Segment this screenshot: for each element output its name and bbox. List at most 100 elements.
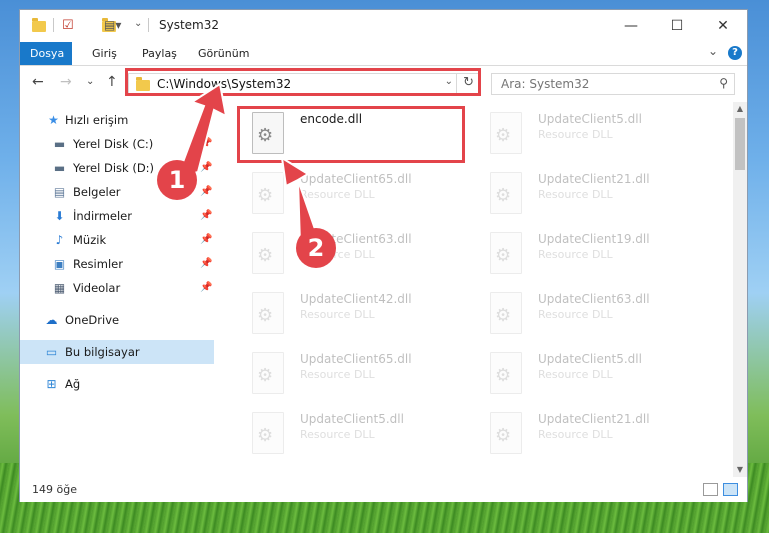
search-input[interactable] (492, 74, 707, 94)
back-button[interactable]: ← (32, 74, 44, 90)
sidebar-item-local-disk-c[interactable]: ▬ Yerel Disk (C:) 📌 (20, 132, 214, 156)
help-icon[interactable]: ? (728, 46, 742, 60)
file-name: UpdateClient21.dll (538, 412, 650, 426)
sidebar-item-network[interactable]: ⊞ Ağ (20, 372, 214, 396)
sidebar-item-this-pc[interactable]: ▭ Bu bilgisayar (20, 340, 214, 364)
tab-home[interactable]: Giriş (82, 42, 127, 65)
network-icon: ⊞ (46, 377, 57, 391)
customize-toolbar-icon[interactable]: ▤▾ (104, 18, 121, 34)
pin-icon[interactable]: 📌 (200, 204, 212, 228)
quick-access-dropdown-icon[interactable]: ⌄ (134, 18, 142, 34)
documents-icon: ▤ (53, 185, 66, 199)
pin-icon[interactable]: 📌 (200, 180, 212, 204)
file-item[interactable]: UpdateClient5.dll Resource DLL (240, 406, 470, 462)
close-button[interactable]: ✕ (700, 10, 746, 42)
dll-file-icon (252, 232, 284, 274)
file-type: Resource DLL (538, 368, 613, 381)
search-box[interactable]: ⚲ (491, 73, 735, 95)
music-icon: ♪ (55, 233, 64, 247)
sidebar-item-onedrive[interactable]: ☁ OneDrive (20, 308, 214, 332)
sidebar-item-pictures[interactable]: ▣ Resimler 📌 (20, 252, 214, 276)
properties-icon[interactable]: ☑ (62, 18, 74, 34)
step-2-callout: 2 (296, 228, 336, 268)
dll-file-icon (252, 292, 284, 334)
dll-file-icon (490, 232, 522, 274)
recent-locations-icon[interactable]: ⌄ (86, 76, 94, 87)
file-name: UpdateClient5.dll (538, 352, 642, 366)
window-title: System32 (159, 18, 220, 32)
sidebar-item-label: Bu bilgisayar (65, 345, 140, 359)
forward-button[interactable]: → (60, 74, 72, 90)
file-name: UpdateClient65.dll (300, 172, 412, 186)
sidebar-item-label: Hızlı erişim (65, 113, 129, 127)
file-item[interactable]: UpdateClient5.dll Resource DLL (478, 346, 708, 402)
sidebar-item-music[interactable]: ♪ Müzik 📌 (20, 228, 214, 252)
file-type: Resource DLL (300, 368, 375, 381)
file-name: UpdateClient5.dll (300, 412, 404, 426)
separator (148, 18, 149, 32)
vertical-scrollbar[interactable]: ▲ ▼ (733, 102, 747, 477)
tab-view[interactable]: Görünüm (188, 42, 259, 65)
dll-file-icon (490, 172, 522, 214)
title-bar[interactable]: ☑ ▤▾ ⌄ System32 — ☐ ✕ (20, 10, 747, 42)
file-item[interactable]: UpdateClient21.dll Resource DLL (478, 406, 708, 462)
drive-icon: ▬ (53, 137, 66, 151)
up-button[interactable]: ↑ (106, 74, 118, 90)
sidebar-item-downloads[interactable]: ⬇ İndirmeler 📌 (20, 204, 214, 228)
file-type: Resource DLL (538, 128, 613, 141)
file-item[interactable]: UpdateClient42.dll Resource DLL (240, 286, 470, 342)
dll-file-icon (490, 352, 522, 394)
file-type: Resource DLL (300, 308, 375, 321)
sidebar-item-label: İndirmeler (73, 209, 132, 223)
file-highlight (237, 106, 465, 163)
file-item[interactable]: UpdateClient65.dll Resource DLL (240, 166, 470, 222)
dll-file-icon (490, 412, 522, 454)
pin-icon[interactable]: 📌 (200, 252, 212, 276)
pin-icon[interactable]: 📌 (200, 156, 212, 180)
sidebar-item-label: Belgeler (73, 185, 121, 199)
file-item[interactable]: UpdateClient63.dll Resource DLL (240, 226, 470, 282)
dll-file-icon (490, 292, 522, 334)
dll-file-icon (252, 352, 284, 394)
file-item[interactable]: UpdateClient21.dll Resource DLL (478, 166, 708, 222)
file-item[interactable]: UpdateClient5.dll Resource DLL (478, 106, 708, 162)
scroll-down-icon[interactable]: ▼ (733, 463, 747, 477)
tab-file[interactable]: Dosya (20, 42, 72, 65)
sidebar-item-videos[interactable]: ▦ Videolar 📌 (20, 276, 214, 300)
status-bar: 149 öğe (20, 478, 747, 502)
file-item[interactable]: UpdateClient19.dll Resource DLL (478, 226, 708, 282)
computer-icon: ▭ (45, 345, 58, 359)
sidebar-item-quick-access[interactable]: ★ Hızlı erişim (20, 108, 214, 132)
tab-share[interactable]: Paylaş (132, 42, 187, 65)
sidebar-item-label: Ağ (65, 377, 81, 391)
pin-icon[interactable]: 📌 (200, 228, 212, 252)
file-type: Resource DLL (300, 428, 375, 441)
tiles-view-button[interactable] (723, 483, 738, 496)
file-item[interactable]: UpdateClient63.dll Resource DLL (478, 286, 708, 342)
ribbon-tabs: Dosya Giriş Paylaş Görünüm ⌄ ? (20, 42, 747, 66)
file-item[interactable]: UpdateClient65.dll Resource DLL (240, 346, 470, 402)
pictures-icon: ▣ (53, 257, 66, 271)
cloud-icon: ☁ (45, 313, 58, 327)
search-icon[interactable]: ⚲ (719, 76, 728, 90)
maximize-button[interactable]: ☐ (654, 10, 700, 42)
video-icon: ▦ (53, 281, 66, 295)
scroll-thumb[interactable] (735, 118, 745, 170)
file-name: UpdateClient63.dll (538, 292, 650, 306)
ribbon-expand-icon[interactable]: ⌄ (708, 44, 718, 58)
file-type: Resource DLL (538, 308, 613, 321)
navigation-pane: ★ Hızlı erişim ▬ Yerel Disk (C:) 📌 ▬ Yer… (20, 102, 220, 472)
pin-icon[interactable]: 📌 (200, 276, 212, 300)
folder-icon (32, 18, 46, 32)
download-icon: ⬇ (54, 209, 65, 223)
sidebar-item-label: Resimler (73, 257, 123, 271)
minimize-button[interactable]: — (608, 10, 654, 42)
dll-file-icon (252, 412, 284, 454)
pin-icon[interactable]: 📌 (200, 132, 212, 156)
file-name: UpdateClient65.dll (300, 352, 412, 366)
drive-icon: ▬ (53, 161, 66, 175)
file-name: UpdateClient21.dll (538, 172, 650, 186)
details-view-button[interactable] (703, 483, 718, 496)
dll-file-icon (252, 172, 284, 214)
scroll-up-icon[interactable]: ▲ (733, 102, 747, 116)
